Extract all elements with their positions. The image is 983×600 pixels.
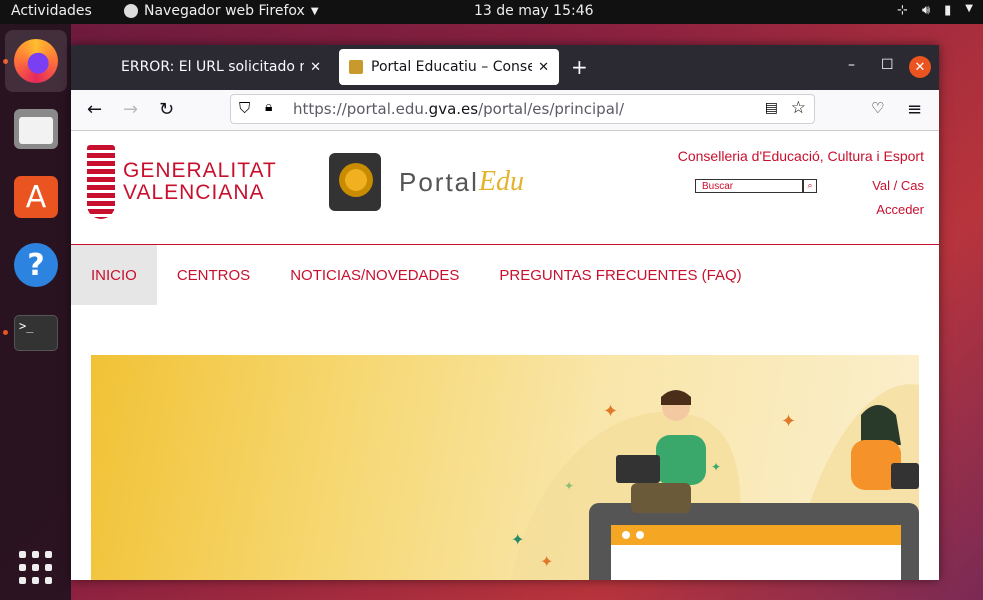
menu-item-noticias[interactable]: NOTICIAS/NOVEDADES xyxy=(270,245,479,305)
network-icon: ⊹ xyxy=(897,3,908,18)
lock-icon[interactable]: 🔒︎ xyxy=(265,99,272,115)
firefox-window: ERROR: El URL solicitado no ✕ Portal Edu… xyxy=(71,45,939,580)
menu-item-centros[interactable]: CENTROS xyxy=(157,245,270,305)
show-apps-icon[interactable] xyxy=(19,551,53,585)
svg-text:✦: ✦ xyxy=(511,530,524,549)
nav-bar: ← → ↻ ⛉ 🔒︎ https://portal.edu.gva.es/por… xyxy=(71,90,939,131)
tab-error[interactable]: ERROR: El URL solicitado no ✕ xyxy=(111,49,331,85)
tab-label: ERROR: El URL solicitado no xyxy=(121,59,305,75)
portal-word: Portal xyxy=(399,166,479,197)
shield-icon[interactable]: ⛉ xyxy=(239,99,250,117)
hero-banner: ✦ ✦ ✦ ✦ ✦ ✦ xyxy=(91,355,919,580)
svg-text:✦: ✦ xyxy=(711,460,721,474)
system-tray[interactable]: ⊹ 🔊︎ ▮ ▼ xyxy=(897,3,973,18)
reload-icon[interactable]: ↻ xyxy=(159,99,174,120)
terminal-icon: >_ xyxy=(14,315,58,351)
login-link[interactable]: Acceder xyxy=(876,202,924,217)
web-page: GENERALITAT VALENCIANA Portal Edu Consel… xyxy=(71,131,939,580)
banner-illustration: ✦ ✦ ✦ ✦ ✦ ✦ xyxy=(511,384,919,580)
dock-files[interactable] xyxy=(5,98,67,160)
dock: A ? >_ xyxy=(0,24,71,600)
help-icon: ? xyxy=(14,243,58,287)
reader-view-icon[interactable]: ▤ xyxy=(765,100,778,116)
svg-text:✦: ✦ xyxy=(781,411,796,432)
search-button[interactable]: ⌕ xyxy=(803,179,817,193)
svg-text:✦: ✦ xyxy=(564,479,574,493)
search-form: ⌕ xyxy=(695,179,817,193)
top-bar: Actividades Navegador web Firefox ▼ 13 d… xyxy=(0,0,983,24)
menu-item-faq[interactable]: PREGUNTAS FRECUENTES (FAQ) xyxy=(479,245,761,305)
close-window-button[interactable]: ✕ xyxy=(909,56,931,78)
close-tab-icon[interactable]: ✕ xyxy=(538,60,549,75)
tablet-globe-icon xyxy=(329,153,381,211)
minimize-icon[interactable]: – xyxy=(848,57,855,73)
hamburger-menu-icon[interactable]: ≡ xyxy=(907,99,922,120)
firefox-icon xyxy=(14,39,58,83)
url-bar[interactable]: ⛉ 🔒︎ https://portal.edu.gva.es/portal/es… xyxy=(230,94,815,124)
new-tab-button[interactable]: + xyxy=(571,55,588,79)
bookmark-star-icon[interactable]: ☆ xyxy=(791,98,806,118)
dock-help[interactable]: ? xyxy=(5,234,67,296)
chevron-down-icon: ▼ xyxy=(310,5,319,17)
gva-emblem-icon xyxy=(87,145,115,219)
volume-icon: 🔊︎ xyxy=(921,3,931,18)
portal-edu-logo[interactable]: Portal Edu xyxy=(329,153,524,211)
dock-firefox[interactable] xyxy=(5,30,67,92)
gva-line2: VALENCIANA xyxy=(123,181,265,204)
gva-line1: GENERALITAT xyxy=(123,159,277,182)
conselleria-link[interactable]: Conselleria d'Educació, Cultura i Esport xyxy=(678,148,924,164)
maximize-icon[interactable]: ☐ xyxy=(881,57,894,73)
clock[interactable]: 13 de may 15:46 xyxy=(474,3,594,19)
back-icon[interactable]: ← xyxy=(87,99,102,120)
gva-logo[interactable]: GENERALITAT VALENCIANA xyxy=(87,145,277,219)
close-tab-icon[interactable]: ✕ xyxy=(310,60,321,75)
firefox-small-icon xyxy=(124,4,138,18)
url-text[interactable]: https://portal.edu.gva.es/portal/es/prin… xyxy=(293,100,624,118)
files-icon xyxy=(14,109,58,149)
tab-bar: ERROR: El URL solicitado no ✕ Portal Edu… xyxy=(71,45,939,90)
search-input[interactable] xyxy=(695,179,803,193)
menu-item-inicio[interactable]: INICIO xyxy=(71,245,157,305)
forward-icon[interactable]: → xyxy=(123,99,138,120)
edu-word: Edu xyxy=(478,166,525,197)
svg-text:✦: ✦ xyxy=(603,401,618,422)
dock-software[interactable]: A xyxy=(5,166,67,228)
activities-button[interactable]: Actividades xyxy=(11,3,92,19)
tab-portal[interactable]: Portal Educatiu – Conselleria ✕ xyxy=(339,49,559,85)
software-store-icon: A xyxy=(14,176,58,218)
tab-label: Portal Educatiu – Conselleria xyxy=(371,59,533,75)
svg-text:✦: ✦ xyxy=(540,552,553,571)
main-menu: INICIO CENTROS NOTICIAS/NOVEDADES PREGUN… xyxy=(71,245,762,305)
power-menu-chevron-icon: ▼ xyxy=(965,3,973,14)
app-menu-label: Navegador web Firefox xyxy=(144,3,305,19)
pocket-icon[interactable]: ♡ xyxy=(871,99,884,117)
dock-terminal[interactable]: >_ xyxy=(5,302,67,364)
favicon-icon xyxy=(349,60,363,74)
app-menu[interactable]: Navegador web Firefox ▼ xyxy=(124,3,319,19)
battery-icon: ▮ xyxy=(944,3,952,18)
language-switch[interactable]: Val / Cas xyxy=(872,178,924,193)
